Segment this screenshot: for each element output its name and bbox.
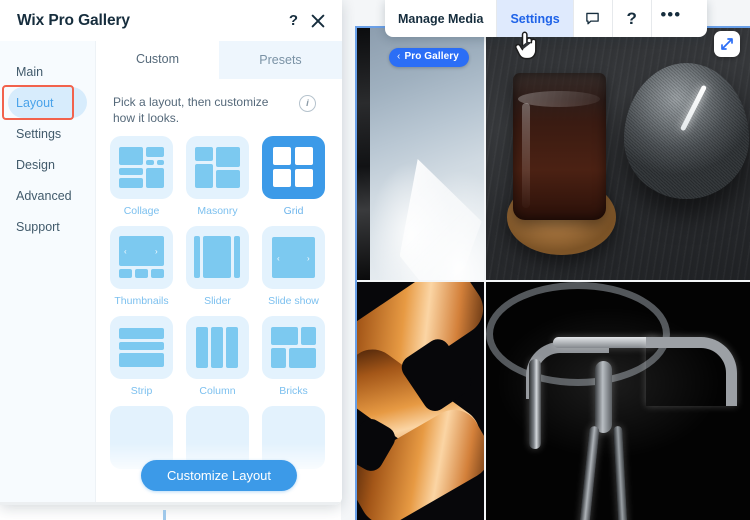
slideshow-layout-icon: ‹ › (262, 226, 325, 290)
tab-custom[interactable]: Custom (96, 41, 219, 79)
pro-gallery-badge[interactable]: ‹ Pro Gallery (389, 48, 469, 67)
handlebar-top (552, 337, 659, 349)
column-layout-icon (186, 316, 249, 380)
layout-hint-text: Pick a layout, then customize how it loo… (113, 95, 269, 126)
layout-row: ‹ › Thumbnails Slider ‹ › Slide show (110, 226, 330, 307)
panel-header-actions: ? (289, 13, 325, 28)
layout-option-label: Thumbnails (114, 295, 169, 308)
collage-layout-icon (110, 136, 173, 200)
layout-option-slider[interactable]: Slider (186, 226, 249, 307)
customize-layout-button[interactable]: Customize Layout (140, 460, 298, 491)
close-button[interactable] (311, 14, 325, 28)
gallery-tile-tea-glass-speaker[interactable] (486, 28, 750, 280)
layout-option-label: Collage (123, 205, 160, 218)
panel-resize-handle[interactable] (163, 510, 166, 520)
layout-option-thumbnails[interactable]: ‹ › Thumbnails (110, 226, 173, 307)
sidebar-item-layout[interactable]: Layout (8, 87, 87, 118)
pro-gallery-settings-panel: Wix Pro Gallery ? Main Layout Settings D… (0, 0, 342, 505)
gallery-tile-bicycle-handlebars[interactable] (486, 282, 750, 520)
pointer-hand-cursor (514, 31, 537, 60)
grid-layout-icon (262, 136, 325, 200)
chevron-left-icon: ‹ (277, 254, 280, 264)
handlebar-left-post (528, 358, 541, 449)
canvas-surface: ‹ Pro Gallery (341, 0, 750, 520)
layout-option-column[interactable]: Column (186, 316, 249, 397)
chevron-left-icon: ‹ (124, 247, 127, 257)
sidebar-item-settings[interactable]: Settings (8, 118, 87, 149)
slider-layout-icon (186, 226, 249, 290)
layout-option-label: Slide show (268, 295, 319, 308)
gallery-floating-toolbar: Manage Media Settings ? ••• (385, 0, 707, 37)
sidebar-item-design[interactable]: Design (8, 149, 87, 180)
gallery-tile-orange-ribbon[interactable] (357, 282, 484, 520)
layout-option-collage[interactable]: Collage (110, 136, 173, 217)
panel-content: Custom Presets Pick a layout, then custo… (96, 41, 342, 505)
handlebar-right-drop (645, 337, 737, 407)
strip-layout-icon (110, 316, 173, 380)
more-options-icon: ••• (660, 5, 682, 24)
tile-tea-glass (512, 73, 606, 220)
toolbar-help-button[interactable]: ? (613, 0, 652, 37)
expand-arrows-icon (721, 38, 733, 50)
panel-help-button[interactable]: ? (289, 13, 298, 28)
sidebar-item-advanced[interactable]: Advanced (8, 180, 87, 211)
layout-option-bricks[interactable]: Bricks (262, 316, 325, 397)
tile-edge-strip (357, 28, 370, 280)
handlebar-stem (595, 361, 613, 434)
panel-header: Wix Pro Gallery ? (0, 0, 342, 41)
chevron-left-icon: ‹ (397, 51, 401, 62)
sidebar-item-main[interactable]: Main (8, 56, 87, 87)
layout-picker: Collage Masonry Grid ‹ › Thumbnails Slid… (96, 128, 342, 470)
layout-option-label: Column (199, 385, 236, 398)
panel-sidebar: Main Layout Settings Design Advanced Sup… (0, 41, 96, 505)
sidebar-item-support[interactable]: Support (8, 211, 87, 242)
layout-option-label: Slider (204, 295, 231, 308)
layout-row: Strip Column Bricks (110, 316, 330, 397)
layout-option-label: Masonry (197, 205, 238, 218)
masonry-layout-icon (186, 136, 249, 200)
layout-option-grid[interactable]: Grid (262, 136, 325, 217)
expand-gallery-button[interactable] (714, 31, 740, 57)
thumbnails-layout-icon: ‹ › (110, 226, 173, 290)
tile-shard-shape (399, 159, 482, 280)
chevron-right-icon: › (155, 247, 158, 257)
panel-bottom-divider (0, 502, 342, 505)
comment-icon (586, 12, 600, 25)
layout-hint: Pick a layout, then customize how it loo… (96, 79, 342, 128)
bricks-layout-icon (262, 316, 325, 380)
pro-gallery-badge-label: Pro Gallery (404, 51, 459, 62)
manage-media-button[interactable]: Manage Media (385, 0, 498, 37)
chevron-right-icon: › (307, 254, 310, 264)
more-options-button[interactable]: ••• (652, 0, 690, 37)
info-icon[interactable]: i (299, 95, 316, 112)
tab-presets[interactable]: Presets (219, 41, 342, 79)
layout-option-label: Strip (130, 385, 153, 398)
comment-button[interactable] (574, 0, 613, 37)
layout-option-label: Grid (283, 205, 304, 218)
pro-gallery-grid[interactable] (357, 28, 750, 520)
layout-option-strip[interactable]: Strip (110, 316, 173, 397)
layout-row: Collage Masonry Grid (110, 136, 330, 217)
editor-canvas: ‹ Pro Gallery (341, 0, 750, 520)
page-title: Wix Pro Gallery (17, 11, 130, 29)
question-mark-icon: ? (626, 9, 637, 28)
layout-option-slideshow[interactable]: ‹ › Slide show (262, 226, 325, 307)
layout-option-masonry[interactable]: Masonry (186, 136, 249, 217)
screenshot-root: ‹ Pro Gallery Manage Media Settings ? ••… (0, 0, 750, 520)
panel-tabs: Custom Presets (96, 41, 342, 79)
panel-body: Main Layout Settings Design Advanced Sup… (0, 41, 342, 505)
layout-option-label: Bricks (279, 385, 308, 398)
